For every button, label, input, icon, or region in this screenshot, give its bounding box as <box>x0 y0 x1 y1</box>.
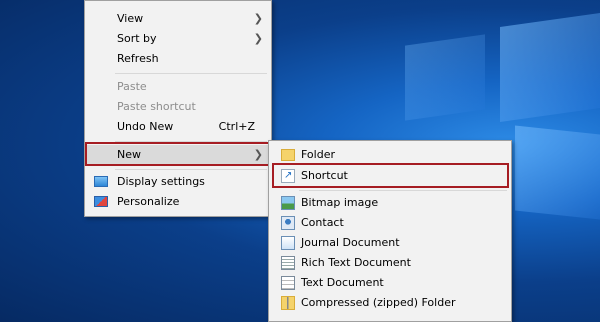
menu-item-paste-shortcut[interactable]: Paste shortcut <box>85 97 271 117</box>
menu-separator <box>115 73 267 74</box>
folder-icon <box>281 149 295 161</box>
menu-item-label: Refresh <box>117 52 159 65</box>
submenu-item-compressed-folder[interactable]: Compressed (zipped) Folder <box>269 293 511 313</box>
menu-item-label: Undo New <box>117 120 174 133</box>
menu-item-label: Paste shortcut <box>117 100 196 113</box>
menu-item-refresh[interactable]: Refresh <box>85 49 271 69</box>
submenu-item-rich-text-document[interactable]: Rich Text Document <box>269 253 511 273</box>
menu-item-personalize[interactable]: Personalize <box>85 192 271 212</box>
journal-document-icon <box>281 236 295 250</box>
rich-text-document-icon <box>281 256 295 270</box>
windows-logo-pane <box>405 34 485 121</box>
submenu-item-bitmap-image[interactable]: Bitmap image <box>269 193 511 213</box>
submenu-item-label: Rich Text Document <box>301 256 411 269</box>
bitmap-image-icon <box>281 196 295 210</box>
desktop-context-menu: View ❯ Sort by ❯ Refresh Paste Paste sho… <box>84 0 272 217</box>
highlight-box-shortcut <box>272 163 509 188</box>
chevron-right-icon: ❯ <box>253 12 263 25</box>
display-settings-icon <box>94 176 108 187</box>
submenu-item-journal-document[interactable]: Journal Document <box>269 233 511 253</box>
zip-folder-icon <box>281 296 295 310</box>
personalize-icon <box>94 196 108 207</box>
menu-item-label: Display settings <box>117 175 205 188</box>
menu-separator <box>115 169 267 170</box>
submenu-item-text-document[interactable]: Text Document <box>269 273 511 293</box>
menu-item-display-settings[interactable]: Display settings <box>85 172 271 192</box>
menu-item-view[interactable]: View ❯ <box>85 9 271 29</box>
menu-item-label: Personalize <box>117 195 180 208</box>
submenu-item-label: Folder <box>301 148 335 161</box>
submenu-item-contact[interactable]: Contact <box>269 213 511 233</box>
windows-logo-pane <box>515 125 600 220</box>
text-document-icon <box>281 276 295 290</box>
menu-item-shortcut: Ctrl+Z <box>218 120 255 133</box>
menu-item-undo-new[interactable]: Undo New Ctrl+Z <box>85 117 271 137</box>
menu-separator <box>299 190 507 191</box>
menu-item-label: Sort by <box>117 32 157 45</box>
highlight-box-new <box>85 142 270 166</box>
submenu-item-folder[interactable]: Folder <box>269 145 511 165</box>
menu-item-label: View <box>117 12 144 25</box>
contact-icon <box>281 216 295 230</box>
submenu-item-label: Bitmap image <box>301 196 379 209</box>
chevron-right-icon: ❯ <box>253 32 263 45</box>
menu-item-label: Paste <box>117 80 147 93</box>
menu-item-paste[interactable]: Paste <box>85 77 271 97</box>
submenu-item-label: Text Document <box>301 276 384 289</box>
menu-item-sort-by[interactable]: Sort by ❯ <box>85 29 271 49</box>
windows-logo-pane <box>500 12 600 123</box>
submenu-item-label: Compressed (zipped) Folder <box>301 296 456 309</box>
submenu-item-label: Journal Document <box>301 236 400 249</box>
submenu-item-label: Contact <box>301 216 344 229</box>
